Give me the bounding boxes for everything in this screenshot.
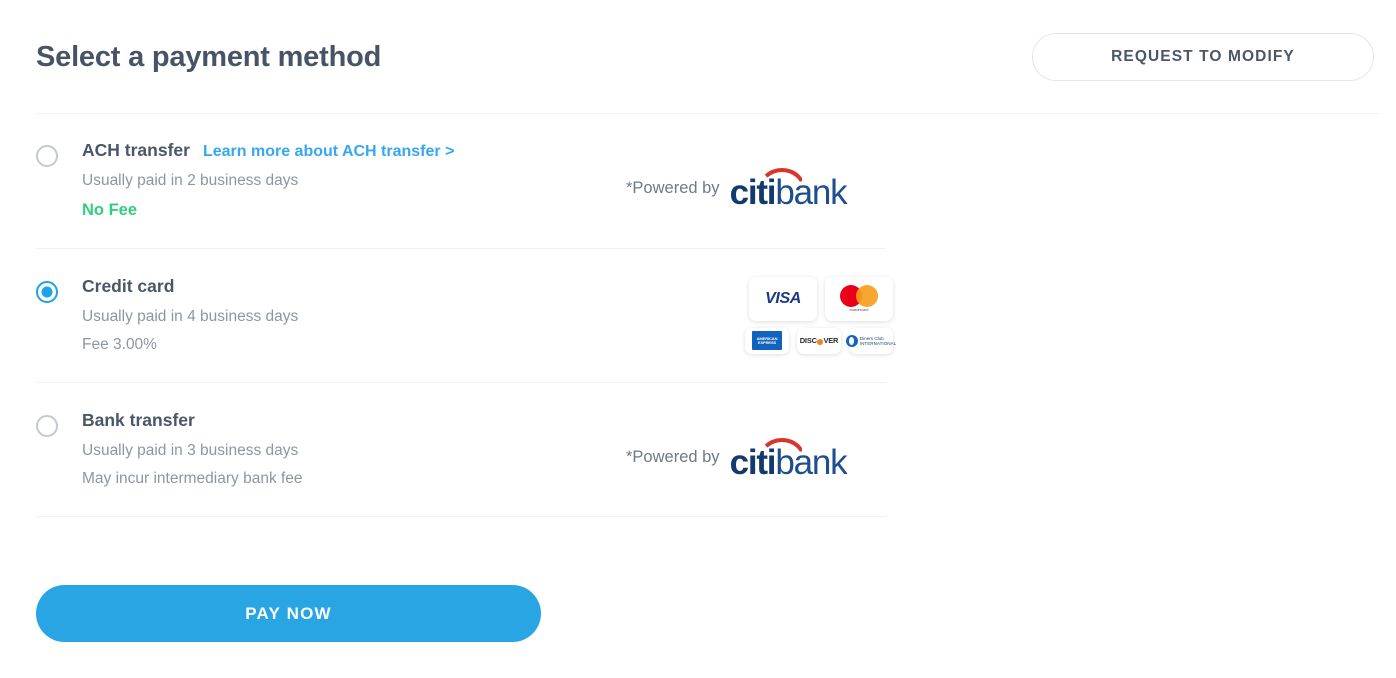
- diners-circle-icon: [845, 334, 858, 347]
- visa-label: VISA: [765, 289, 801, 307]
- option-title-line-ach: ACH transfer Learn more about ACH transf…: [82, 139, 642, 162]
- option-text-credit: Credit card Usually paid in 4 business d…: [82, 275, 642, 360]
- option-title-ach: ACH transfer: [82, 140, 190, 160]
- option-subtitle-bank: Usually paid in 3 business days: [82, 441, 299, 459]
- citibank-arc-icon-bank: [757, 437, 806, 460]
- mastercard-label: mastercard: [849, 308, 869, 313]
- option-title-bank-transfer: Bank transfer: [82, 410, 195, 431]
- diners-label: Diners Club INTERNATIONAL: [860, 336, 896, 347]
- request-to-modify-button[interactable]: REQUEST TO MODIFY: [1032, 33, 1374, 81]
- option-fee-credit: Fee 3.00%: [82, 336, 157, 354]
- option-title-credit-card: Credit card: [82, 275, 175, 296]
- payment-option-bank-transfer[interactable]: Bank transfer Usually paid in 3 business…: [36, 383, 886, 518]
- learn-more-ach-link[interactable]: Learn more about ACH transfer >: [203, 143, 454, 161]
- diners-club-mark: Diners Club INTERNATIONAL: [845, 334, 896, 347]
- option-subtitle-ach: Usually paid in 2 business days: [82, 171, 299, 189]
- mastercard-circles: [840, 285, 878, 308]
- payment-options-list: ACH transfer Learn more about ACH transf…: [36, 113, 896, 518]
- powered-by-label-bank: *Powered by: [626, 448, 720, 467]
- amex-icon: AMERICAN EXPRESS: [745, 327, 789, 354]
- logo-area-ach: *Powered by citibank: [626, 121, 848, 256]
- visa-icon: VISA: [749, 276, 817, 321]
- powered-by-citibank-ach: *Powered by citibank: [626, 166, 848, 210]
- option-title-line-bank: Bank transfer: [82, 409, 642, 432]
- pay-now-button[interactable]: PAY NOW: [36, 585, 541, 642]
- option-fee-bank: May incur intermediary bank fee: [82, 470, 303, 488]
- powered-by-citibank-bank: *Powered by citibank: [626, 436, 848, 480]
- card-brand-logos: VISA mastercard AMERICAN EXPRESS DISC VE…: [745, 276, 896, 354]
- payment-method-page: Select a payment method REQUEST TO MODIF…: [0, 0, 1396, 678]
- discover-icon: DISC VER: [797, 327, 841, 354]
- logo-area-bank: *Powered by citibank: [626, 391, 848, 524]
- option-fee-ach: No Fee: [82, 201, 138, 220]
- discover-label: DISC VER: [799, 336, 839, 346]
- radio-bank-transfer[interactable]: [36, 415, 58, 438]
- discover-o-dot: [817, 338, 824, 345]
- option-title-line-credit: Credit card: [82, 275, 642, 298]
- pay-button-wrapper: PAY NOW: [36, 585, 541, 642]
- card-brand-row-secondary: AMERICAN EXPRESS DISC VER Diners Club IN…: [745, 327, 896, 354]
- payment-option-ach-transfer[interactable]: ACH transfer Learn more about ACH transf…: [36, 113, 886, 249]
- diners-line-1: Diners Club: [859, 335, 884, 341]
- option-subtitle-credit: Usually paid in 4 business days: [82, 307, 299, 325]
- mastercard-yellow-circle: [856, 285, 878, 308]
- powered-by-label-ach: *Powered by: [626, 178, 720, 197]
- amex-label: AMERICAN EXPRESS: [756, 335, 778, 345]
- radio-credit-card[interactable]: [36, 280, 58, 303]
- page-title: Select a payment method: [36, 40, 382, 73]
- radio-ach-transfer[interactable]: [36, 145, 58, 167]
- diners-line-2: INTERNATIONAL: [859, 340, 897, 346]
- mastercard-mark: mastercard: [839, 284, 879, 314]
- logo-area-credit: VISA mastercard AMERICAN EXPRESS DISC VE…: [626, 249, 896, 382]
- option-text-ach: ACH transfer Learn more about ACH transf…: [82, 139, 642, 226]
- mastercard-icon: mastercard: [825, 276, 893, 321]
- amex-box: AMERICAN EXPRESS: [752, 331, 782, 351]
- page-header: Select a payment method REQUEST TO MODIF…: [36, 26, 1374, 88]
- citibank-logo-bank: citibank: [730, 436, 848, 480]
- citibank-arc-icon: [757, 168, 806, 190]
- diners-club-icon: Diners Club INTERNATIONAL: [845, 327, 896, 354]
- card-brand-row-primary: VISA mastercard: [749, 276, 893, 321]
- option-text-bank: Bank transfer Usually paid in 3 business…: [82, 409, 642, 494]
- citibank-logo-ach: citibank: [730, 166, 848, 210]
- payment-option-credit-card[interactable]: Credit card Usually paid in 4 business d…: [36, 249, 896, 384]
